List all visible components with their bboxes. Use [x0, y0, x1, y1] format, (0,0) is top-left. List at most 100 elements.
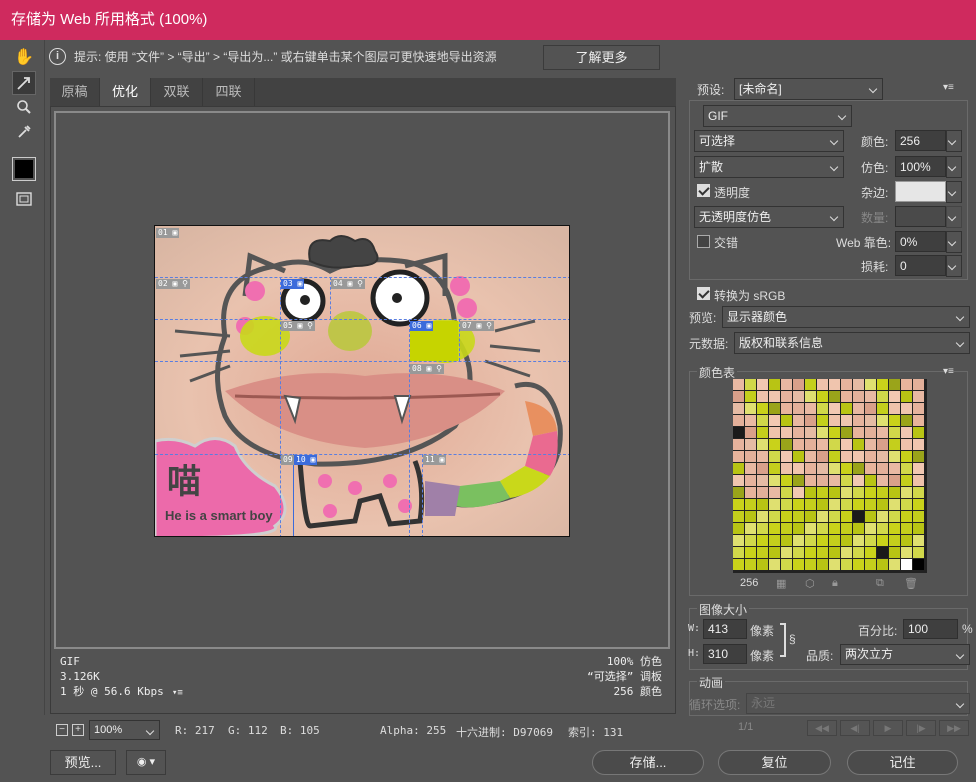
- color-swatch[interactable]: [901, 547, 912, 558]
- color-swatch[interactable]: [817, 523, 828, 534]
- color-swatch[interactable]: [865, 403, 876, 414]
- web-shift-icon[interactable]: ▦: [776, 577, 786, 590]
- color-swatch[interactable]: [793, 415, 804, 426]
- color-swatch[interactable]: [805, 511, 816, 522]
- color-swatch[interactable]: [769, 427, 780, 438]
- color-swatch[interactable]: [757, 415, 768, 426]
- color-swatch[interactable]: [877, 415, 888, 426]
- color-swatch[interactable]: [781, 379, 792, 390]
- color-swatch[interactable]: [829, 427, 840, 438]
- color-swatch[interactable]: [769, 475, 780, 486]
- color-swatch[interactable]: [817, 511, 828, 522]
- link-proportions-icon[interactable]: §: [789, 632, 796, 646]
- color-swatch[interactable]: [805, 439, 816, 450]
- new-color-icon[interactable]: ⧉: [876, 577, 884, 590]
- color-swatch[interactable]: [745, 547, 756, 558]
- color-swatch[interactable]: [781, 403, 792, 414]
- color-swatch[interactable]: [745, 379, 756, 390]
- color-swatch[interactable]: [901, 499, 912, 510]
- color-swatch[interactable]: [841, 379, 852, 390]
- color-swatch[interactable]: [901, 427, 912, 438]
- color-swatch[interactable]: [901, 379, 912, 390]
- color-swatch[interactable]: [877, 535, 888, 546]
- color-swatch[interactable]: [853, 379, 864, 390]
- color-table-menu-icon[interactable]: ▾≡: [943, 366, 959, 377]
- color-swatch[interactable]: [769, 463, 780, 474]
- color-swatch[interactable]: [793, 487, 804, 498]
- color-swatch[interactable]: [745, 403, 756, 414]
- lock-color-icon[interactable]: 🔒︎: [832, 577, 838, 590]
- color-swatch[interactable]: [841, 475, 852, 486]
- dither-algorithm-select[interactable]: 扩散: [694, 156, 844, 178]
- color-swatch[interactable]: [817, 391, 828, 402]
- color-swatch[interactable]: [733, 511, 744, 522]
- color-swatch[interactable]: [757, 439, 768, 450]
- color-swatch[interactable]: [817, 403, 828, 414]
- color-swatch[interactable]: [793, 403, 804, 414]
- color-swatch[interactable]: [805, 535, 816, 546]
- color-swatch[interactable]: [757, 523, 768, 534]
- color-swatch[interactable]: [865, 391, 876, 402]
- color-swatch[interactable]: [865, 499, 876, 510]
- color-swatch[interactable]: [889, 403, 900, 414]
- color-swatch[interactable]: [781, 439, 792, 450]
- color-swatch[interactable]: [757, 379, 768, 390]
- tab-4-up[interactable]: 四联: [203, 78, 255, 106]
- color-swatch[interactable]: [913, 511, 924, 522]
- color-swatch[interactable]: [733, 499, 744, 510]
- learn-more-button[interactable]: 了解更多: [543, 45, 660, 70]
- color-swatch[interactable]: [817, 475, 828, 486]
- color-swatch[interactable]: [757, 487, 768, 498]
- color-swatch[interactable]: [913, 499, 924, 510]
- color-swatch[interactable]: [745, 415, 756, 426]
- color-swatch[interactable]: [889, 487, 900, 498]
- color-swatch[interactable]: [781, 499, 792, 510]
- color-swatch[interactable]: [877, 559, 888, 570]
- colors-input[interactable]: 256: [895, 130, 946, 151]
- color-swatch[interactable]: [733, 559, 744, 570]
- color-swatch[interactable]: [769, 439, 780, 450]
- color-swatch[interactable]: [781, 451, 792, 462]
- color-swatch[interactable]: [889, 463, 900, 474]
- color-swatch[interactable]: [733, 535, 744, 546]
- color-swatch[interactable]: [913, 451, 924, 462]
- color-swatch[interactable]: [757, 463, 768, 474]
- color-swatch[interactable]: [889, 535, 900, 546]
- color-swatch[interactable]: [769, 535, 780, 546]
- color-swatch[interactable]: [877, 403, 888, 414]
- color-swatch[interactable]: [901, 391, 912, 402]
- slice-select-tool-icon[interactable]: [12, 71, 36, 95]
- optimize-menu-icon[interactable]: ▾≡: [943, 82, 959, 93]
- download-speed-menu-icon[interactable]: ▾≡: [172, 686, 183, 700]
- color-swatch[interactable]: [769, 523, 780, 534]
- percent-input[interactable]: 100: [903, 619, 958, 639]
- color-swatch[interactable]: [853, 499, 864, 510]
- color-swatch[interactable]: [889, 439, 900, 450]
- color-swatch[interactable]: [853, 523, 864, 534]
- slice-label-10[interactable]: 10 ▣: [294, 455, 318, 465]
- lossy-dropdown[interactable]: [946, 255, 962, 277]
- color-swatch[interactable]: [817, 451, 828, 462]
- color-swatch[interactable]: [853, 391, 864, 402]
- color-swatch[interactable]: [841, 451, 852, 462]
- color-swatch[interactable]: [745, 475, 756, 486]
- color-swatch[interactable]: [889, 511, 900, 522]
- color-swatch[interactable]: [793, 523, 804, 534]
- color-swatch[interactable]: [853, 415, 864, 426]
- color-swatch[interactable]: [745, 451, 756, 462]
- eyedropper-tool-icon[interactable]: [12, 120, 36, 144]
- matte-color-swatch[interactable]: [895, 181, 946, 202]
- color-swatch[interactable]: [841, 559, 852, 570]
- slice-label-11[interactable]: 11 ▣: [423, 455, 447, 465]
- toggle-slices-visibility-icon[interactable]: [12, 187, 36, 211]
- tab-optimized[interactable]: 优化: [100, 78, 151, 106]
- color-swatch[interactable]: [889, 451, 900, 462]
- color-swatch[interactable]: [829, 487, 840, 498]
- color-swatch[interactable]: [877, 463, 888, 474]
- color-swatch[interactable]: [781, 559, 792, 570]
- color-swatch[interactable]: [841, 535, 852, 546]
- color-swatch[interactable]: [805, 475, 816, 486]
- color-swatch[interactable]: [841, 415, 852, 426]
- color-swatch[interactable]: [745, 463, 756, 474]
- color-swatch[interactable]: [757, 391, 768, 402]
